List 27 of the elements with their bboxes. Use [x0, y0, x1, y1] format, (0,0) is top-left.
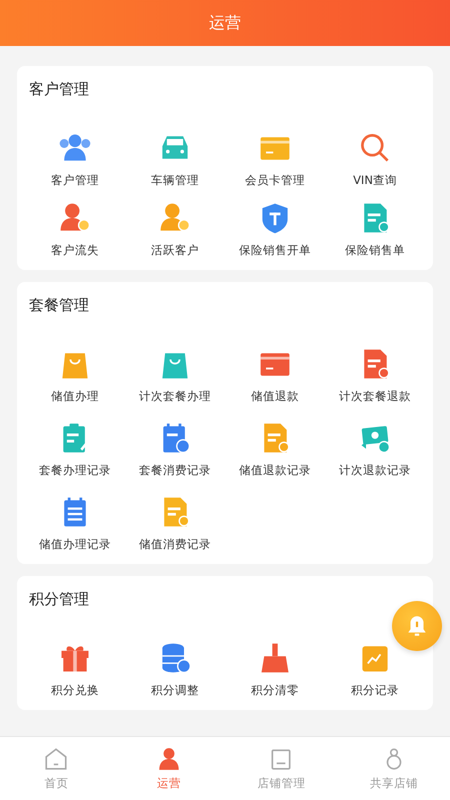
menu-item[interactable]: 套餐消费记录 [125, 420, 225, 478]
menu-item[interactable]: 积分兑换 [25, 640, 125, 698]
menu-item[interactable]: 套餐办理记录 [25, 420, 125, 478]
menu-item[interactable]: 计次退款记录 [325, 420, 425, 478]
menu-item[interactable]: 积分调整 [125, 640, 225, 698]
menu-item[interactable]: 储值退款 [225, 346, 325, 404]
menu-item[interactable]: 活跃客户 [125, 200, 225, 258]
menu-item[interactable]: 积分记录 [325, 640, 425, 698]
menu-item[interactable]: 车辆管理 [125, 130, 225, 188]
menu-item[interactable]: 储值退款记录 [225, 420, 325, 478]
menu-item[interactable]: 计次套餐退款 [325, 346, 425, 404]
menu-item[interactable]: 储值消费记录 [125, 494, 225, 552]
section-title: 积分管理 [28, 589, 89, 610]
menu-item[interactable]: 客户管理 [25, 130, 125, 188]
menu-item[interactable]: 储值办理记录 [25, 494, 125, 552]
menu-item[interactable]: 保险销售单 [325, 200, 425, 258]
home-icon [43, 746, 70, 772]
menu-item[interactable]: 会员卡管理 [225, 130, 325, 188]
section-title: 客户管理 [28, 79, 89, 100]
menu-item[interactable]: 客户流失 [25, 200, 125, 258]
menu-item[interactable]: VIN查询 [325, 130, 425, 188]
menu-item[interactable]: 积分清零 [225, 640, 325, 698]
menu-item[interactable]: 保险销售开单 [225, 200, 325, 258]
menu-item[interactable]: 计次套餐办理 [125, 346, 225, 404]
section-title: 套餐管理 [28, 295, 89, 316]
page-title: 运营 [209, 12, 241, 34]
menu-item[interactable]: 储值办理 [25, 346, 125, 404]
